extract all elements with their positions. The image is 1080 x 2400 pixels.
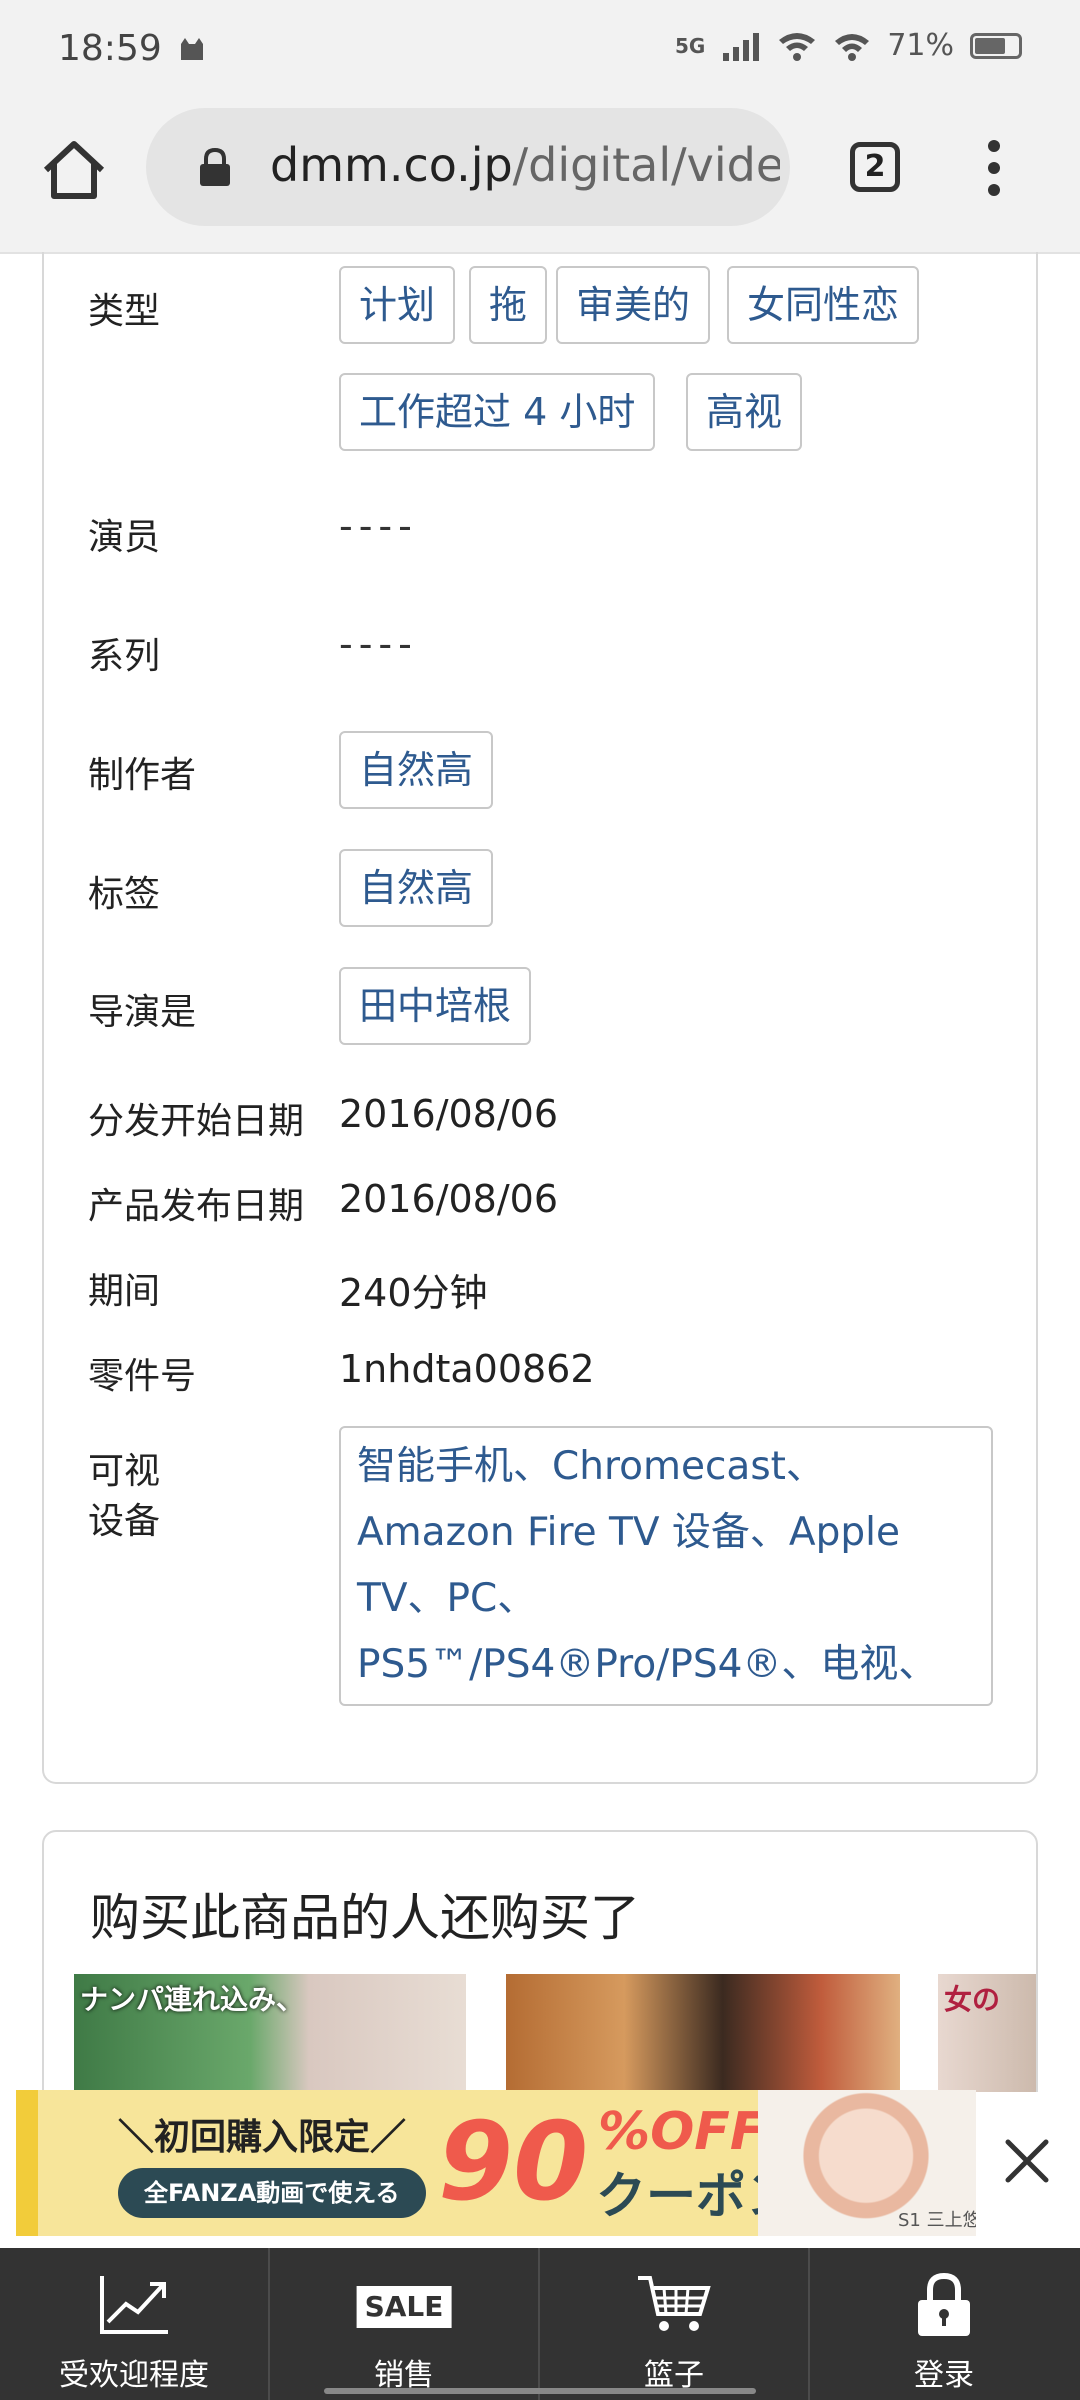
dist-date-value: 2016/08/06 — [339, 1092, 559, 1136]
cart-icon — [638, 2276, 711, 2331]
ad-signature: S1 三上悠亜 — [898, 2210, 976, 2231]
devices-label-line2: 设备 — [88, 1501, 161, 1542]
series-value: ---- — [339, 622, 418, 666]
part-number-value: 1nhdta00862 — [339, 1347, 595, 1391]
network-type: 5G — [674, 33, 706, 58]
recommendation-thumbnail[interactable] — [506, 1974, 900, 2092]
trend-chart-icon — [100, 2276, 168, 2334]
maker-label: 制作者 — [88, 755, 197, 796]
battery-icon — [970, 32, 1022, 59]
label-tag[interactable]: 自然高 — [339, 849, 494, 927]
signal-icon — [723, 32, 760, 61]
nav-popularity[interactable]: 受欢迎程度 — [0, 2248, 268, 2400]
ad-headline: ＼初回購入限定／ — [118, 2117, 407, 2158]
bottom-navigation: 受欢迎程度 SALE 销售 篮子 登录 — [0, 2248, 1080, 2400]
genre-tag[interactable]: 审美的 — [556, 266, 711, 344]
wifi-call-icon — [779, 32, 816, 61]
series-label: 系列 — [88, 636, 161, 677]
part-number-label: 零件号 — [88, 1356, 197, 1397]
url-domain: dmm.co.jp — [270, 138, 513, 192]
dist-date-label: 分发开始日期 — [88, 1101, 305, 1142]
nav-popularity-label: 受欢迎程度 — [59, 2358, 209, 2393]
nav-login[interactable]: 登录 — [810, 2248, 1078, 2400]
genre-tag[interactable]: 计划 — [339, 266, 456, 344]
devices-box[interactable]: 智能手机、Chromecast、Amazon Fire TV 设备、Apple … — [339, 1426, 993, 1706]
recommendation-card: 购买此商品的人还购买了 ナンパ連れ込み、 女の — [42, 1830, 1038, 2092]
lock-icon — [200, 148, 230, 186]
battery-percent: 71% — [887, 28, 954, 63]
actor-value: ---- — [339, 504, 418, 548]
recommendation-thumbnail[interactable]: 女の — [938, 1974, 1036, 2092]
sale-badge-icon: SALE — [356, 2286, 452, 2328]
genre-label: 类型 — [88, 291, 161, 332]
url-path: /digital/vide — [512, 138, 780, 192]
devices-label-line1: 可视 — [88, 1451, 161, 1492]
duration-value: 240分钟 — [339, 1271, 488, 1315]
page-content: 类型 计划 拖 审美的 女同性恋 工作超过 4 小时 高视 演员 ---- 系列… — [0, 252, 1080, 2092]
label-label: 标签 — [88, 874, 161, 915]
status-right: 5G 71% — [675, 28, 1022, 63]
genre-tag[interactable]: 拖 — [469, 266, 548, 344]
wifi-icon — [835, 33, 870, 61]
address-bar[interactable]: dmm.co.jp/digital/vide — [146, 108, 790, 226]
coupon-ad-banner[interactable]: ＼初回購入限定／ 全FANZA動画で使える 90 %OFF クーポン S1 三上… — [16, 2090, 976, 2236]
maker-tag[interactable]: 自然高 — [339, 731, 494, 809]
duration-label: 期间 — [88, 1271, 161, 1312]
ad-discount-number: 90 — [438, 2100, 589, 2225]
genre-tag[interactable]: 女同性恋 — [727, 266, 920, 344]
director-label: 导演是 — [88, 992, 197, 1033]
tab-switcher-button[interactable]: 2 — [850, 142, 900, 192]
url-text[interactable]: dmm.co.jp/digital/vide — [270, 138, 780, 192]
nav-sale[interactable]: SALE 销售 — [270, 2248, 538, 2400]
gesture-bar[interactable] — [324, 2388, 756, 2394]
status-bar: 18:59 5G 71% — [0, 0, 1080, 100]
genre-tag[interactable]: 工作超过 4 小时 — [339, 373, 656, 451]
release-date-label: 产品发布日期 — [88, 1186, 305, 1227]
nav-login-label: 登录 — [914, 2358, 974, 2393]
home-icon[interactable] — [40, 136, 108, 204]
director-tag[interactable]: 田中培根 — [339, 967, 532, 1045]
recommendation-title: 购买此商品的人还购买了 — [90, 1889, 640, 1947]
nav-basket[interactable]: 篮子 — [540, 2248, 808, 2400]
ad-pill: 全FANZA動画で使える — [118, 2168, 426, 2218]
thumbnail-caption: ナンパ連れ込み、 — [80, 1983, 305, 2016]
lock-icon — [918, 2272, 970, 2336]
thumbnail-caption: 女の — [944, 1983, 1001, 2016]
notification-cat-icon — [181, 38, 203, 60]
actor-label: 演员 — [88, 517, 161, 558]
release-date-value: 2016/08/06 — [339, 1177, 559, 1221]
status-time: 18:59 — [58, 28, 162, 69]
recommendation-thumbnail[interactable]: ナンパ連れ込み、 — [74, 1974, 466, 2092]
genre-tag[interactable]: 高视 — [686, 373, 803, 451]
ad-off-text: %OFF — [598, 2102, 766, 2162]
close-icon[interactable] — [1000, 2134, 1054, 2188]
overflow-menu-icon[interactable] — [986, 140, 1002, 200]
browser-toolbar: dmm.co.jp/digital/vide 2 — [0, 100, 1080, 254]
